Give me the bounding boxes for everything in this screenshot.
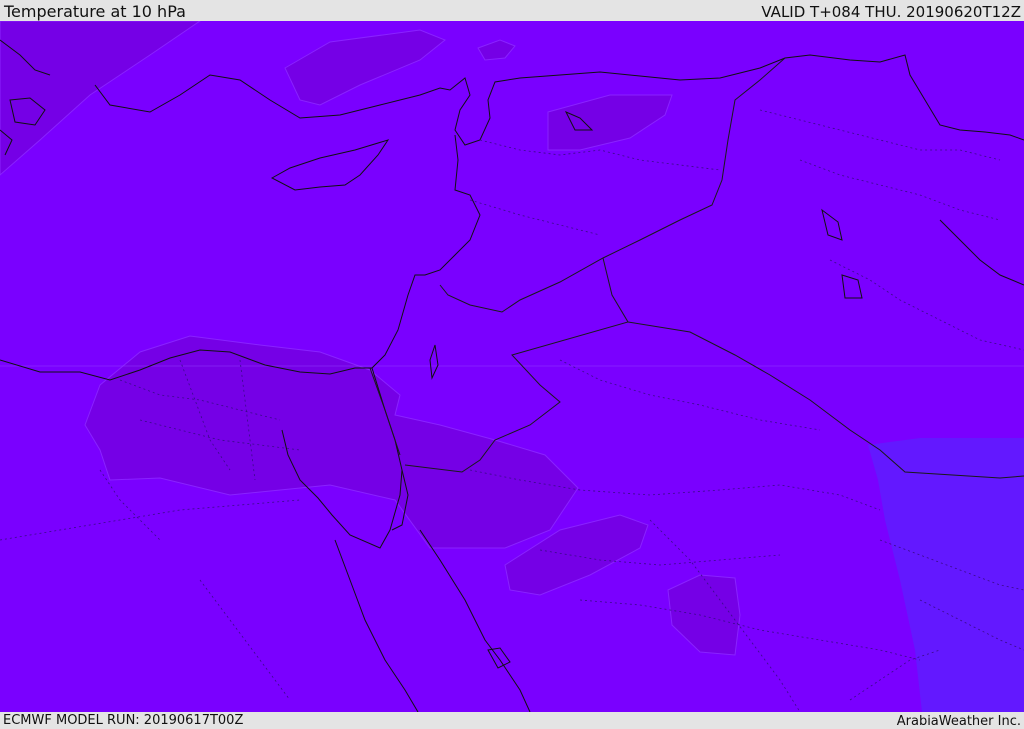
header-bar: Temperature at 10 hPa VALID T+084 THU. 2… (0, 0, 1024, 21)
credit-label: ArabiaWeather Inc. (896, 714, 1021, 729)
weather-map[interactable] (0, 21, 1024, 712)
footer-bar: ECMWF MODEL RUN: 20190617T00Z ArabiaWeat… (0, 712, 1024, 729)
map-title: Temperature at 10 hPa (4, 2, 186, 21)
model-run-label: ECMWF MODEL RUN: 20190617T00Z (3, 713, 244, 728)
valid-time-label: VALID T+084 THU. 20190620T12Z (761, 3, 1021, 21)
